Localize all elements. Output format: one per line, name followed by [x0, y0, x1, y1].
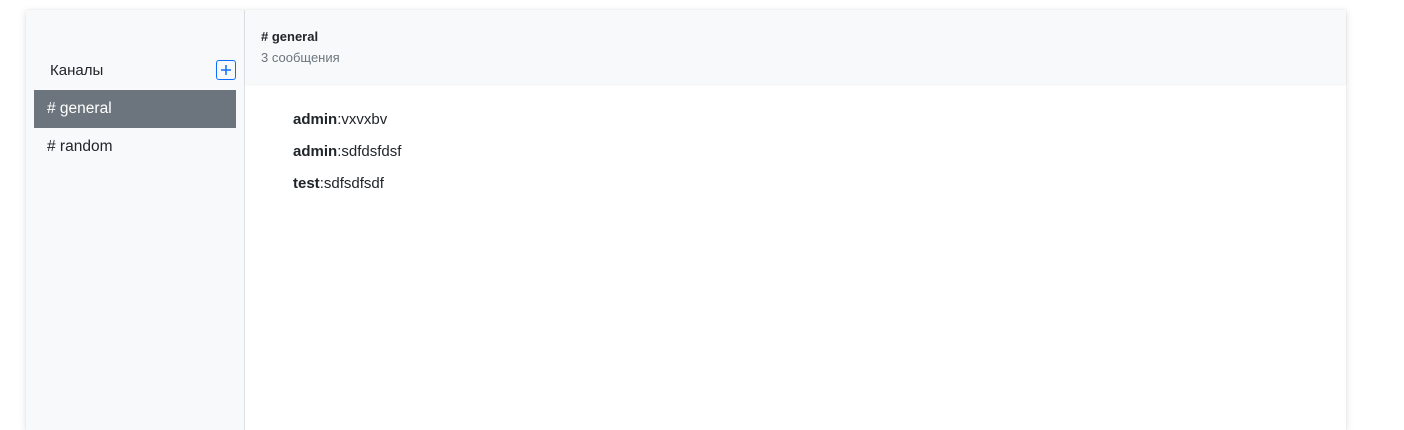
message: test:sdfsdfsdf [293, 174, 1298, 194]
message-list: admin:vxvxbv admin:sdfdsfdsf test:sdfsdf… [245, 84, 1346, 206]
channel-label: # general [47, 100, 112, 117]
message-text: sdfsdfsdf [323, 175, 384, 192]
add-channel-button[interactable] [216, 60, 236, 80]
message-author: admin [293, 111, 338, 128]
message-author: admin [293, 143, 338, 160]
message: admin:vxvxbv [293, 110, 1298, 130]
chat-header: # general 3 сообщения [245, 10, 1346, 84]
chat-main: # general 3 сообщения admin:vxvxbv admin… [245, 10, 1346, 430]
channel-label: # random [47, 138, 113, 155]
channel-list: # general # random [26, 90, 244, 166]
sidebar: Каналы # general # random [26, 10, 245, 430]
message: admin:sdfdsfdsf [293, 142, 1298, 162]
message-author: test [293, 175, 320, 192]
sidebar-header: Каналы [26, 58, 244, 82]
channel-item-general[interactable]: # general [34, 90, 236, 128]
message-count: 3 сообщения [261, 50, 340, 65]
channels-title: Каналы [50, 61, 104, 79]
channel-item-random[interactable]: # random [34, 128, 236, 166]
chat-app: Каналы # general # random # general 3 со… [26, 10, 1346, 430]
message-text: vxvxbv [341, 111, 388, 128]
message-text: sdfdsfdsf [341, 143, 402, 160]
plus-square-icon [221, 65, 231, 75]
chat-title: # general [261, 29, 319, 44]
